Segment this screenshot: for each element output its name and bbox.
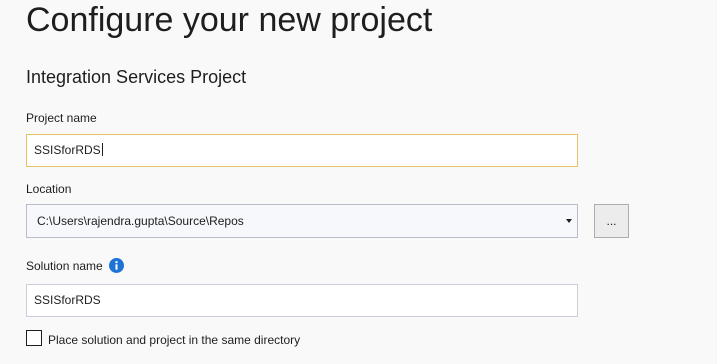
project-name-input[interactable]: SSISforRDS [26, 134, 578, 167]
text-caret [101, 143, 103, 157]
same-directory-checkbox[interactable] [26, 330, 42, 346]
dropdown-arrow-icon[interactable] [566, 219, 572, 223]
solution-name-value: SSISforRDS [34, 293, 101, 307]
info-icon[interactable] [109, 258, 124, 273]
solution-name-input[interactable]: SSISforRDS [26, 284, 578, 317]
project-type-subtitle: Integration Services Project [26, 67, 247, 87]
page-title: Configure your new project [26, 1, 433, 39]
browse-button[interactable]: ... [594, 204, 629, 238]
same-directory-label[interactable]: Place solution and project in the same d… [48, 332, 300, 348]
location-value: C:\Users\rajendra.gupta\Source\Repos [37, 214, 244, 228]
location-combobox[interactable]: C:\Users\rajendra.gupta\Source\Repos [26, 204, 578, 238]
project-name-value: SSISforRDS [34, 143, 101, 157]
solution-name-label: Solution name [26, 259, 103, 273]
project-name-label: Project name [26, 111, 97, 125]
location-label: Location [26, 182, 72, 196]
